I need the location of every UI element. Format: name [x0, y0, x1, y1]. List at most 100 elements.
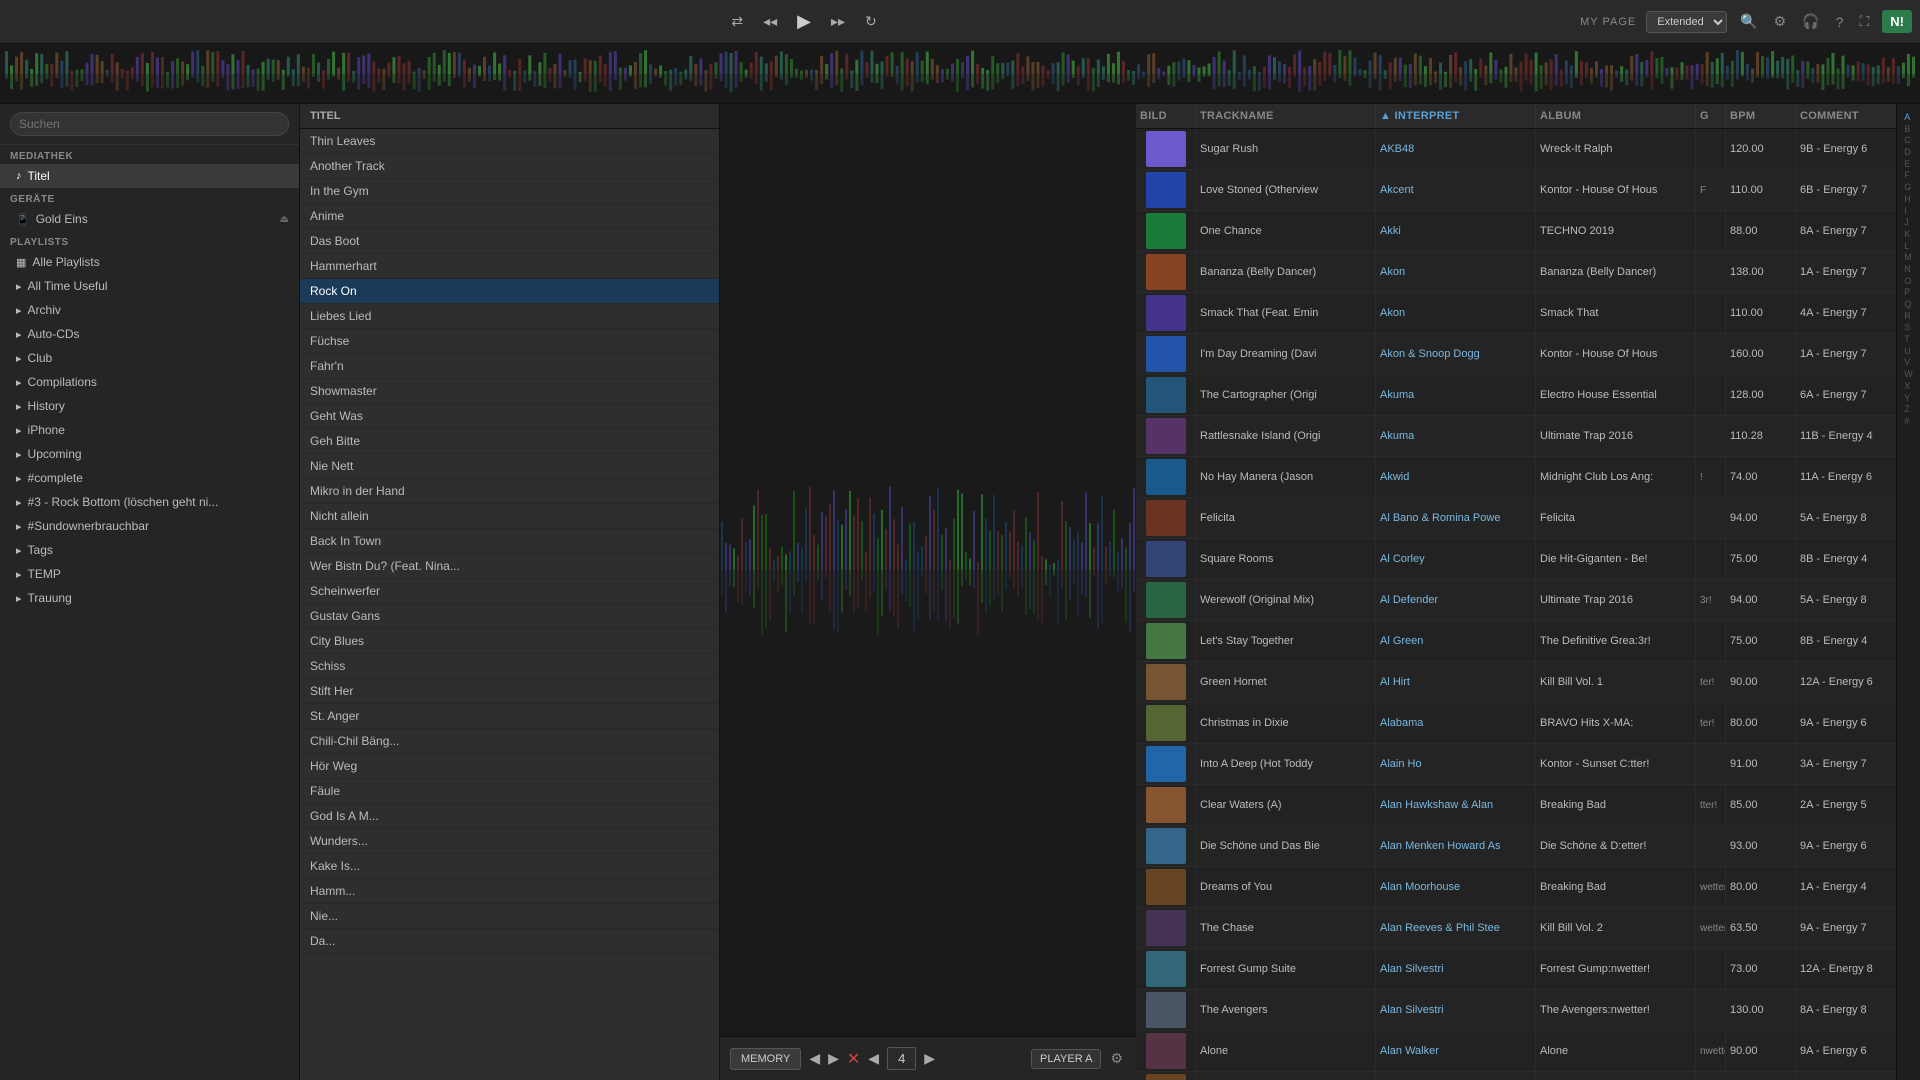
- alpha-letter-T[interactable]: T: [1904, 334, 1913, 346]
- alpha-letter-G[interactable]: G: [1904, 182, 1913, 194]
- track-item[interactable]: St. Anger: [300, 704, 719, 729]
- table-row[interactable]: Square Rooms Al Corley Die Hit-Giganten …: [1136, 539, 1896, 580]
- sidebar-item-auto-cds[interactable]: ▸ Auto-CDs: [0, 322, 299, 346]
- track-item[interactable]: City Blues: [300, 629, 719, 654]
- col-trackname[interactable]: Trackname: [1196, 104, 1376, 128]
- table-row[interactable]: Green Hornet Al Hirt Kill Bill Vol. 1 te…: [1136, 662, 1896, 703]
- alpha-letter-L[interactable]: L: [1904, 241, 1913, 253]
- track-item[interactable]: Thin Leaves: [300, 129, 719, 154]
- alpha-letter-M[interactable]: M: [1904, 252, 1913, 264]
- table-row[interactable]: Christmas in Dixie Alabama BRAVO Hits X-…: [1136, 703, 1896, 744]
- search-icon-btn[interactable]: 🔍: [1737, 10, 1760, 33]
- track-item[interactable]: Geh Bitte: [300, 429, 719, 454]
- extended-select[interactable]: Extended: [1646, 11, 1727, 33]
- table-row[interactable]: Sing Me to Sleep Alan Walker Berlin Tag …: [1136, 1072, 1896, 1080]
- settings-icon-btn[interactable]: ⚙: [1771, 10, 1790, 33]
- track-item[interactable]: In the Gym: [300, 179, 719, 204]
- play-loop-button[interactable]: ▶: [828, 1050, 839, 1067]
- track-item[interactable]: Kake Is...: [300, 854, 719, 879]
- track-item[interactable]: God Is A M...: [300, 804, 719, 829]
- track-item[interactable]: Hammerhart: [300, 254, 719, 279]
- alpha-letter-A[interactable]: A: [1904, 112, 1913, 124]
- alpha-letter-D[interactable]: D: [1904, 147, 1913, 159]
- table-row[interactable]: Smack That (Feat. Emin Akon Smack That 1…: [1136, 293, 1896, 334]
- sidebar-item-upcoming[interactable]: ▸ Upcoming: [0, 442, 299, 466]
- sidebar-item-rock-bottom[interactable]: ▸ #3 - Rock Bottom (löschen geht ni...: [0, 490, 299, 514]
- alpha-letter-Q[interactable]: Q: [1904, 299, 1913, 311]
- col-comment[interactable]: COMMENT: [1796, 104, 1896, 128]
- sidebar-item-temp[interactable]: ▸ TEMP: [0, 562, 299, 586]
- alpha-letter-Y[interactable]: Y: [1904, 393, 1913, 405]
- fullscreen-icon-btn[interactable]: ⛶: [1856, 10, 1872, 33]
- track-item[interactable]: Liebes Lied: [300, 304, 719, 329]
- col-bpm[interactable]: BPM: [1726, 104, 1796, 128]
- table-row[interactable]: Die Schöne und Das Bie Alan Menken Howar…: [1136, 826, 1896, 867]
- table-row[interactable]: Felicita Al Bano & Romina Powe Felicita …: [1136, 498, 1896, 539]
- memory-button[interactable]: MEMORY: [730, 1048, 801, 1070]
- sidebar-item-archiv[interactable]: ▸ Archiv: [0, 298, 299, 322]
- close-loop-button[interactable]: ✕: [847, 1049, 860, 1069]
- sidebar-item-history[interactable]: ▸ History: [0, 394, 299, 418]
- table-row[interactable]: Love Stoned (Otherview Akcent Kontor - H…: [1136, 170, 1896, 211]
- sidebar-item-complete[interactable]: ▸ #complete: [0, 466, 299, 490]
- prev-loop2-button[interactable]: ◀: [868, 1050, 879, 1067]
- col-album[interactable]: Album: [1536, 104, 1696, 128]
- alpha-letter-K[interactable]: K: [1904, 229, 1913, 241]
- table-row[interactable]: Rattlesnake Island (Origi Akuma Ultimate…: [1136, 416, 1896, 457]
- sidebar-item-gold-eins[interactable]: 📱 Gold Eins ⏏: [0, 207, 299, 231]
- alpha-letter-U[interactable]: U: [1904, 346, 1913, 358]
- search-input[interactable]: [10, 112, 289, 136]
- sidebar-item-trauung[interactable]: ▸ Trauung: [0, 586, 299, 610]
- sidebar-item-compilations[interactable]: ▸ Compilations: [0, 370, 299, 394]
- next-button[interactable]: ▸▸: [827, 9, 849, 34]
- sidebar-item-sundownerbrauchbar[interactable]: ▸ #Sundownerbrauchbar: [0, 514, 299, 538]
- track-item[interactable]: Fahr'n: [300, 354, 719, 379]
- track-item[interactable]: Another Track: [300, 154, 719, 179]
- track-item[interactable]: Nie...: [300, 904, 719, 929]
- prev-loop-button[interactable]: ◀: [809, 1050, 820, 1067]
- alpha-letter-O[interactable]: O: [1904, 276, 1913, 288]
- table-row[interactable]: The Chase Alan Reeves & Phil Stee Kill B…: [1136, 908, 1896, 949]
- alpha-letter-E[interactable]: E: [1904, 159, 1913, 171]
- table-row[interactable]: No Hay Manera (Jason Akwid Midnight Club…: [1136, 457, 1896, 498]
- eject-icon[interactable]: ⏏: [280, 214, 289, 225]
- table-row[interactable]: Dreams of You Alan Moorhouse Breaking Ba…: [1136, 867, 1896, 908]
- headphone-icon-btn[interactable]: 🎧: [1799, 10, 1822, 33]
- table-row[interactable]: Werewolf (Original Mix) Al Defender Ulti…: [1136, 580, 1896, 621]
- track-item[interactable]: Wer Bistn Du? (Feat. Nina...: [300, 554, 719, 579]
- track-item[interactable]: Nie Nett: [300, 454, 719, 479]
- alpha-letter-Z[interactable]: Z: [1904, 404, 1913, 416]
- player-settings-btn[interactable]: ⚙: [1107, 1047, 1126, 1070]
- alpha-letter-H[interactable]: H: [1904, 194, 1913, 206]
- alpha-letter-I[interactable]: I: [1904, 206, 1913, 218]
- next-loop-button[interactable]: ▶: [924, 1050, 935, 1067]
- sidebar-item-club[interactable]: ▸ Club: [0, 346, 299, 370]
- alpha-letter-C[interactable]: C: [1904, 135, 1913, 147]
- table-body[interactable]: Sugar Rush AKB48 Wreck-It Ralph 120.00 9…: [1136, 129, 1896, 1080]
- table-row[interactable]: Clear Waters (A) Alan Hawkshaw & Alan Br…: [1136, 785, 1896, 826]
- alpha-letter-R[interactable]: R: [1904, 311, 1913, 323]
- table-row[interactable]: Into A Deep (Hot Toddy Alain Ho Kontor -…: [1136, 744, 1896, 785]
- sidebar-item-tags[interactable]: ▸ Tags: [0, 538, 299, 562]
- track-item[interactable]: Schiss: [300, 654, 719, 679]
- alpha-letter-P[interactable]: P: [1904, 287, 1913, 299]
- help-icon-btn[interactable]: ?: [1833, 11, 1847, 33]
- alpha-letter-#[interactable]: #: [1904, 416, 1913, 428]
- table-row[interactable]: The Cartographer (Origi Akuma Electro Ho…: [1136, 375, 1896, 416]
- prev-button[interactable]: ◂◂: [759, 9, 781, 34]
- track-item[interactable]: Stift Her: [300, 679, 719, 704]
- track-item[interactable]: Wunders...: [300, 829, 719, 854]
- sidebar-item-iphone[interactable]: ▸ iPhone: [0, 418, 299, 442]
- track-item[interactable]: Rock On: [300, 279, 719, 304]
- alpha-letter-V[interactable]: V: [1904, 357, 1913, 369]
- alpha-letter-S[interactable]: S: [1904, 322, 1913, 334]
- track-list-scroll[interactable]: Thin LeavesAnother TrackIn the GymAnimeD…: [300, 129, 719, 1080]
- table-row[interactable]: Forrest Gump Suite Alan Silvestri Forres…: [1136, 949, 1896, 990]
- alpha-letter-X[interactable]: X: [1904, 381, 1913, 393]
- alpha-letter-W[interactable]: W: [1904, 369, 1913, 381]
- alpha-letter-J[interactable]: J: [1904, 217, 1913, 229]
- shuffle-button[interactable]: ⇄: [727, 9, 747, 34]
- alpha-letter-F[interactable]: F: [1904, 170, 1913, 182]
- track-item[interactable]: Scheinwerfer: [300, 579, 719, 604]
- alpha-letter-B[interactable]: B: [1904, 124, 1913, 136]
